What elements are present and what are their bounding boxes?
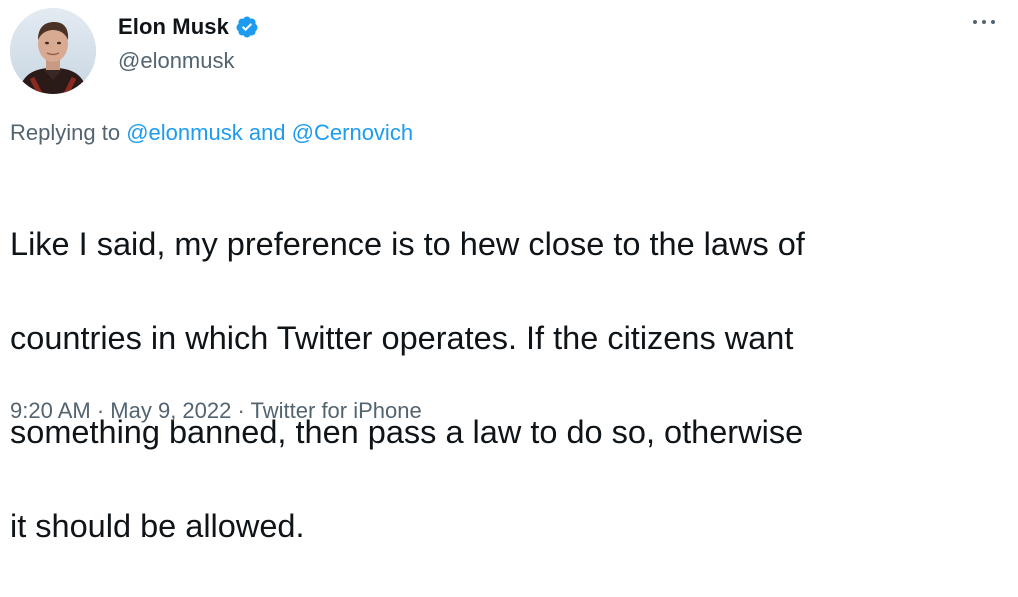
reply-mention-elonmusk[interactable]: @elonmusk bbox=[126, 120, 243, 145]
tweet-text-line: Like I said, my preference is to hew clo… bbox=[10, 226, 805, 262]
more-options-icon bbox=[971, 20, 998, 24]
reply-conjunction[interactable]: and bbox=[249, 120, 286, 145]
reply-mention-cernovich[interactable]: @Cernovich bbox=[292, 120, 413, 145]
tweet-time-link[interactable]: 9:20 AM bbox=[10, 398, 91, 423]
meta-separator: · bbox=[237, 398, 245, 423]
verified-badge-icon bbox=[235, 15, 259, 39]
author-handle[interactable]: @elonmusk bbox=[118, 48, 235, 74]
meta-separator: · bbox=[96, 398, 105, 423]
tweet-text-line: countries in which Twitter operates. If … bbox=[10, 320, 794, 356]
tweet-text: Like I said, my preference is to hew clo… bbox=[10, 174, 1010, 597]
profile-photo bbox=[10, 8, 96, 94]
tweet-text-line: it should be allowed. bbox=[10, 508, 305, 544]
author-name-row: Elon Musk bbox=[118, 12, 259, 42]
reply-prefix: Replying to bbox=[10, 120, 121, 145]
more-options-button[interactable] bbox=[966, 10, 1002, 34]
avatar[interactable] bbox=[10, 8, 96, 94]
tweet-source-link[interactable]: Twitter for iPhone bbox=[251, 398, 422, 423]
tweet-meta: 9:20 AM · May 9, 2022 · Twitter for iPho… bbox=[10, 398, 422, 424]
tweet-card: Elon Musk @elonmusk Replying to @elonmus… bbox=[0, 0, 1018, 544]
reply-context: Replying to @elonmusk and @Cernovich bbox=[10, 120, 413, 146]
author-display-name[interactable]: Elon Musk bbox=[118, 14, 229, 40]
tweet-date-link[interactable]: May 9, 2022 bbox=[110, 398, 231, 423]
